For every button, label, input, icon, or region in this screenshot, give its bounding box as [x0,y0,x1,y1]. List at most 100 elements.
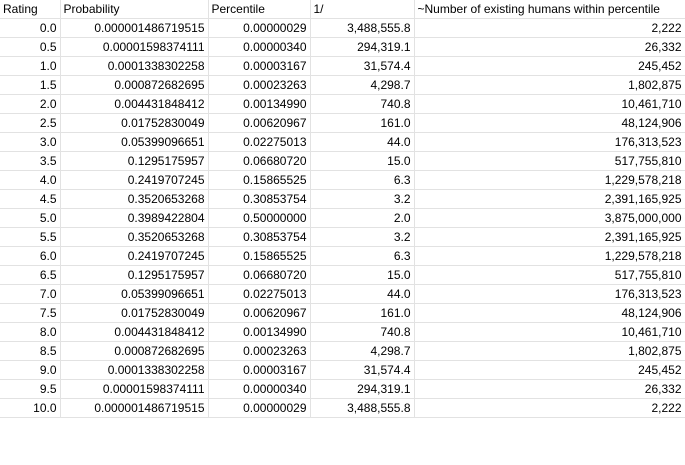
inverse-cell[interactable]: 3.2 [310,227,415,247]
probability-cell[interactable]: 0.00001598374111 [60,379,209,399]
inverse-cell[interactable]: 4,298.7 [310,75,415,95]
humans-cell[interactable]: 1,802,875 [414,341,685,361]
header-cell-humans-within-percentile[interactable]: ~Number of existing humans within percen… [414,0,685,19]
inverse-cell[interactable]: 44.0 [310,284,415,304]
inverse-cell[interactable]: 31,574.4 [310,56,415,76]
inverse-cell[interactable]: 3.2 [310,189,415,209]
percentile-cell[interactable]: 0.00000340 [208,379,311,399]
humans-cell[interactable]: 3,875,000,000 [414,208,685,228]
probability-cell[interactable]: 0.004431848412 [60,322,209,342]
humans-cell[interactable]: 245,452 [414,360,685,380]
humans-cell[interactable]: 176,313,523 [414,132,685,152]
probability-cell[interactable]: 0.000001486719515 [60,398,209,418]
inverse-cell[interactable]: 161.0 [310,303,415,323]
humans-cell[interactable]: 517,755,810 [414,265,685,285]
rating-cell[interactable]: 6.5 [0,265,61,285]
header-cell-inverse[interactable]: 1/ [310,0,415,19]
rating-cell[interactable]: 4.0 [0,170,61,190]
rating-cell[interactable]: 4.5 [0,189,61,209]
humans-cell[interactable]: 10,461,710 [414,322,685,342]
rating-cell[interactable]: 9.5 [0,379,61,399]
percentile-cell[interactable]: 0.15865525 [208,170,311,190]
rating-cell[interactable]: 3.5 [0,151,61,171]
rating-cell[interactable]: 9.0 [0,360,61,380]
percentile-cell[interactable]: 0.00003167 [208,56,311,76]
rating-cell[interactable]: 10.0 [0,398,61,418]
probability-cell[interactable]: 0.3520653268 [60,227,209,247]
inverse-cell[interactable]: 44.0 [310,132,415,152]
percentile-cell[interactable]: 0.00134990 [208,322,311,342]
inverse-cell[interactable]: 294,319.1 [310,37,415,57]
rating-cell[interactable]: 0.5 [0,37,61,57]
humans-cell[interactable]: 2,391,165,925 [414,189,685,209]
percentile-cell[interactable]: 0.00620967 [208,113,311,133]
inverse-cell[interactable]: 6.3 [310,246,415,266]
probability-cell[interactable]: 0.1295175957 [60,265,209,285]
probability-cell[interactable]: 0.00001598374111 [60,37,209,57]
inverse-cell[interactable]: 2.0 [310,208,415,228]
rating-cell[interactable]: 2.5 [0,113,61,133]
percentile-cell[interactable]: 0.00000029 [208,18,311,38]
percentile-cell[interactable]: 0.06680720 [208,265,311,285]
percentile-cell[interactable]: 0.00003167 [208,360,311,380]
probability-cell[interactable]: 0.05399096651 [60,132,209,152]
rating-cell[interactable]: 5.5 [0,227,61,247]
rating-cell[interactable]: 6.0 [0,246,61,266]
probability-cell[interactable]: 0.1295175957 [60,151,209,171]
percentile-cell[interactable]: 0.00000340 [208,37,311,57]
humans-cell[interactable]: 1,229,578,218 [414,170,685,190]
header-cell-probability[interactable]: Probability [60,0,209,19]
inverse-cell[interactable]: 6.3 [310,170,415,190]
percentile-cell[interactable]: 0.00620967 [208,303,311,323]
humans-cell[interactable]: 48,124,906 [414,113,685,133]
rating-cell[interactable]: 2.0 [0,94,61,114]
percentile-cell[interactable]: 0.02275013 [208,132,311,152]
inverse-cell[interactable]: 294,319.1 [310,379,415,399]
humans-cell[interactable]: 2,222 [414,18,685,38]
probability-cell[interactable]: 0.2419707245 [60,170,209,190]
inverse-cell[interactable]: 15.0 [310,151,415,171]
inverse-cell[interactable]: 15.0 [310,265,415,285]
header-cell-rating[interactable]: Rating [0,0,61,19]
inverse-cell[interactable]: 31,574.4 [310,360,415,380]
probability-cell[interactable]: 0.3520653268 [60,189,209,209]
percentile-cell[interactable]: 0.00134990 [208,94,311,114]
rating-cell[interactable]: 1.0 [0,56,61,76]
humans-cell[interactable]: 48,124,906 [414,303,685,323]
percentile-cell[interactable]: 0.06680720 [208,151,311,171]
percentile-cell[interactable]: 0.30853754 [208,189,311,209]
percentile-cell[interactable]: 0.30853754 [208,227,311,247]
humans-cell[interactable]: 1,229,578,218 [414,246,685,266]
inverse-cell[interactable]: 740.8 [310,94,415,114]
rating-cell[interactable]: 5.0 [0,208,61,228]
probability-cell[interactable]: 0.05399096651 [60,284,209,304]
humans-cell[interactable]: 176,313,523 [414,284,685,304]
inverse-cell[interactable]: 3,488,555.8 [310,398,415,418]
humans-cell[interactable]: 2,391,165,925 [414,227,685,247]
percentile-cell[interactable]: 0.00023263 [208,341,311,361]
probability-cell[interactable]: 0.3989422804 [60,208,209,228]
humans-cell[interactable]: 2,222 [414,398,685,418]
humans-cell[interactable]: 26,332 [414,379,685,399]
probability-cell[interactable]: 0.0001338302258 [60,56,209,76]
rating-cell[interactable]: 8.0 [0,322,61,342]
inverse-cell[interactable]: 3,488,555.8 [310,18,415,38]
rating-cell[interactable]: 7.5 [0,303,61,323]
rating-cell[interactable]: 3.0 [0,132,61,152]
probability-cell[interactable]: 0.004431848412 [60,94,209,114]
humans-cell[interactable]: 1,802,875 [414,75,685,95]
rating-cell[interactable]: 7.0 [0,284,61,304]
percentile-cell[interactable]: 0.00000029 [208,398,311,418]
percentile-cell[interactable]: 0.00023263 [208,75,311,95]
percentile-cell[interactable]: 0.15865525 [208,246,311,266]
percentile-cell[interactable]: 0.02275013 [208,284,311,304]
rating-cell[interactable]: 1.5 [0,75,61,95]
humans-cell[interactable]: 26,332 [414,37,685,57]
probability-cell[interactable]: 0.000872682695 [60,341,209,361]
inverse-cell[interactable]: 161.0 [310,113,415,133]
header-cell-percentile[interactable]: Percentile [208,0,311,19]
probability-cell[interactable]: 0.01752830049 [60,303,209,323]
humans-cell[interactable]: 245,452 [414,56,685,76]
probability-cell[interactable]: 0.000001486719515 [60,18,209,38]
probability-cell[interactable]: 0.2419707245 [60,246,209,266]
